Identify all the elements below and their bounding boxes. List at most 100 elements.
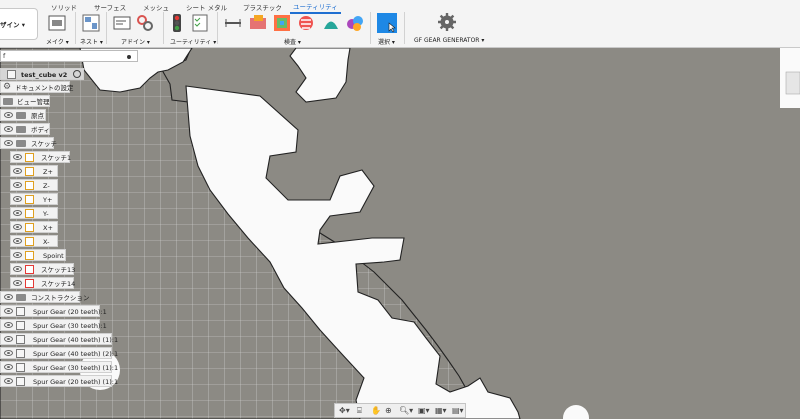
nest-icon[interactable]	[82, 14, 100, 32]
browser-item-origin[interactable]: 原点	[0, 109, 46, 121]
browser-item-component[interactable]: Spur Gear (40 teeth) (2):1	[0, 347, 118, 359]
select-cursor-icon[interactable]	[377, 13, 397, 33]
orbit-icon[interactable]: ✥▾	[339, 406, 350, 415]
browser-item-sketch[interactable]: Z+	[10, 165, 58, 177]
traffic-light-icon[interactable]	[168, 14, 186, 32]
browser-item-label: スケッチ14	[41, 280, 76, 288]
eye-icon[interactable]	[13, 196, 22, 202]
folder-icon	[3, 98, 13, 105]
eye-icon[interactable]	[4, 378, 13, 384]
browser-root[interactable]: test_cube v2	[0, 68, 84, 80]
tab-sheet-metal[interactable]: シート メタル	[186, 2, 227, 12]
browser-item-sketch[interactable]: Y-	[10, 207, 58, 219]
look-at-icon[interactable]: ⌸	[357, 406, 362, 416]
eye-icon[interactable]	[4, 336, 13, 342]
curvature-icon[interactable]	[273, 14, 291, 32]
eye-icon[interactable]	[13, 154, 22, 160]
zebra-icon[interactable]	[297, 14, 315, 32]
browser-item-view-management[interactable]: ビュー管理	[0, 95, 50, 107]
draft-analysis-icon[interactable]	[322, 14, 340, 32]
display-settings-icon[interactable]: ▣▾	[418, 406, 430, 415]
browser-item-label: コンストラクション	[31, 294, 90, 302]
zoom-icon[interactable]: ⊕	[385, 406, 392, 415]
browser-item-sketch[interactable]: X-	[10, 235, 58, 247]
workspace-dropdown[interactable]: ザイン ▾	[0, 8, 38, 40]
separator	[370, 12, 371, 44]
tab-mesh[interactable]: メッシュ	[143, 2, 169, 12]
viewcube[interactable]	[785, 71, 800, 95]
browser-item-label: Spur Gear (40 teeth) (2):1	[33, 350, 119, 358]
eye-icon[interactable]	[4, 112, 13, 118]
gear-generator-icon[interactable]	[437, 12, 457, 32]
browser-item-sketch[interactable]: X+	[10, 221, 58, 233]
addin-group-label[interactable]: アドイン ▾	[121, 37, 150, 46]
separator	[106, 12, 107, 44]
make-3d-print-icon[interactable]	[48, 14, 66, 32]
browser-item-component[interactable]: Spur Gear (20 teeth) (1):1	[0, 375, 118, 387]
browser-item-component[interactable]: Spur Gear (20 teeth):1	[0, 305, 107, 317]
eye-icon[interactable]	[13, 210, 22, 216]
browser-item-sketch[interactable]: Z-	[10, 179, 58, 191]
eye-icon[interactable]	[13, 280, 22, 286]
scripts-icon[interactable]	[113, 14, 131, 32]
browser-item-component[interactable]: Spur Gear (30 teeth):1	[0, 319, 107, 331]
browser-item-sketch[interactable]: Y+	[10, 193, 58, 205]
browser-item-label: X-	[43, 238, 50, 246]
browser-item-label: Spur Gear (20 teeth):1	[33, 308, 107, 316]
browser-item-component[interactable]: Spur Gear (40 teeth) (1):1	[0, 333, 118, 345]
eye-icon[interactable]	[4, 350, 13, 356]
eye-icon[interactable]	[13, 238, 22, 244]
folder-icon	[16, 294, 26, 301]
sketch-icon	[25, 209, 34, 218]
fit-icon[interactable]: 🔍︎▾	[399, 406, 413, 415]
browser-item-sketch[interactable]: スケッチ1	[10, 151, 71, 163]
grid-icon[interactable]: ▦▾	[435, 406, 447, 415]
browser-item-sketch[interactable]: Spoint	[10, 249, 66, 261]
browser-item-sketches[interactable]: スケッチ	[0, 137, 57, 149]
sketch-icon	[25, 223, 34, 232]
gear-icon: ⚙	[3, 82, 12, 92]
browser-item-sketch[interactable]: スケッチ14	[10, 277, 76, 289]
eye-icon[interactable]	[4, 294, 13, 300]
eye-icon[interactable]	[13, 182, 22, 188]
tab-plastic[interactable]: プラスチック	[243, 2, 282, 12]
eye-icon[interactable]	[13, 266, 22, 272]
interference-icon[interactable]	[249, 14, 267, 32]
browser-item-component[interactable]: Spur Gear (30 teeth) (1):1	[0, 361, 118, 373]
folder-icon	[16, 126, 26, 133]
browser-search[interactable]: f	[0, 50, 138, 62]
browser-item-label: Y+	[43, 196, 53, 204]
active-indicator-icon[interactable]	[73, 70, 81, 78]
separator	[404, 12, 405, 44]
addin-gears-icon[interactable]	[136, 14, 154, 32]
component-icon	[16, 349, 25, 358]
browser-item-sketch[interactable]: スケッチ13	[10, 263, 75, 275]
tab-utility[interactable]: ユーティリティ	[290, 1, 341, 14]
tab-solid[interactable]: ソリッド	[51, 2, 77, 12]
gear-generator-label[interactable]: GF GEAR GENERATOR ▾	[414, 37, 484, 44]
eye-icon[interactable]	[13, 168, 22, 174]
section-analysis-icon[interactable]	[346, 14, 364, 32]
select-group-label[interactable]: 選択 ▾	[378, 37, 395, 46]
eye-icon[interactable]	[4, 322, 13, 328]
nest-group-label[interactable]: ネスト ▾	[80, 37, 103, 46]
viewports-icon[interactable]: ▤▾	[452, 406, 464, 415]
browser-item-bodies[interactable]: ボディ	[0, 123, 50, 135]
tab-surface[interactable]: サーフェス	[94, 2, 126, 12]
eye-icon[interactable]	[13, 252, 22, 258]
sketch-icon	[25, 167, 34, 176]
make-group-label[interactable]: メイク ▾	[46, 37, 69, 46]
eye-icon[interactable]	[4, 308, 13, 314]
eye-icon[interactable]	[4, 140, 13, 146]
checklist-icon[interactable]	[191, 14, 209, 32]
eye-icon[interactable]	[13, 224, 22, 230]
eye-icon[interactable]	[4, 364, 13, 370]
utility-group-label[interactable]: ユーティリティ ▾	[170, 37, 216, 46]
sketch-icon	[25, 237, 34, 246]
pan-icon[interactable]: ✋	[371, 406, 381, 415]
browser-item-construction[interactable]: コンストラクション	[0, 291, 89, 303]
inspect-group-label[interactable]: 検査 ▾	[284, 37, 301, 46]
measure-icon[interactable]	[224, 14, 242, 32]
browser-item-document-settings[interactable]: ⚙ ドキュメントの設定	[0, 81, 74, 93]
eye-icon[interactable]	[4, 126, 13, 132]
